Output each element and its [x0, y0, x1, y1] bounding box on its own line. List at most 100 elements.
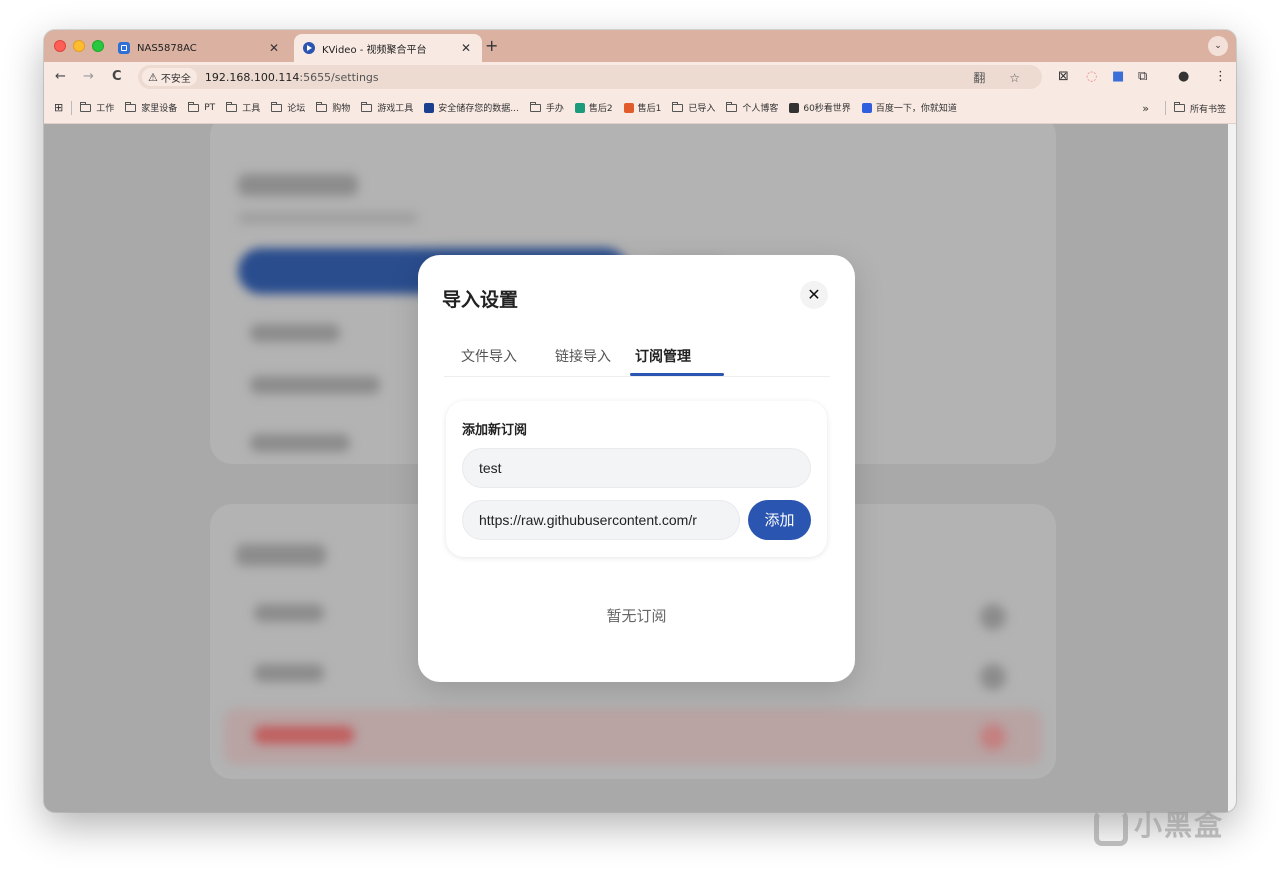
folder-icon — [316, 101, 328, 112]
site-favicon-icon — [623, 102, 634, 113]
tab-search-button[interactable]: ⌄ — [1208, 36, 1228, 56]
browser-menu-icon[interactable]: ⋮ — [1214, 69, 1227, 84]
import-settings-modal: 导入设置 ✕ 文件导入 链接导入 订阅管理 添加新订阅 test https:/… — [418, 255, 855, 682]
folder-icon — [125, 101, 137, 112]
bookmark-label: 个人博客 — [742, 104, 779, 114]
reload-button[interactable]: C — [112, 69, 122, 84]
folder-icon — [672, 101, 684, 112]
tab-link-import[interactable]: 链接导入 — [555, 346, 611, 366]
tab-strip: NAS5878AC ✕ KVideo - 视频聚合平台 ✕ + ⌄ — [44, 30, 1236, 62]
close-icon[interactable]: ✕ — [800, 281, 828, 309]
subscription-url-input[interactable]: https://raw.githubusercontent.com/r — [462, 500, 740, 540]
extension-icon[interactable]: ◌ — [1086, 69, 1097, 84]
bookmark-label: 售后1 — [637, 104, 662, 114]
bookmark-label: 论坛 — [287, 104, 306, 114]
bookmark-item[interactable]: 家里设备 — [125, 101, 177, 114]
bookmark-item[interactable]: 安全储存您的数据... — [424, 101, 519, 114]
tab-close-icon[interactable]: ✕ — [458, 41, 474, 55]
nas-favicon-icon — [118, 42, 130, 54]
bookmark-label: 售后2 — [588, 104, 613, 114]
bookmark-label: 家里设备 — [141, 104, 178, 114]
apps-grid-icon[interactable]: ⊞ — [54, 101, 63, 114]
bookmarks-right: » 所有书签 — [1142, 92, 1226, 124]
warning-icon: ⚠ — [148, 70, 158, 84]
bookmark-item[interactable]: 售后1 — [623, 101, 662, 114]
more-bookmarks-button[interactable]: » — [1142, 102, 1149, 115]
folder-icon — [226, 101, 238, 112]
tab-file-import[interactable]: 文件导入 — [461, 346, 517, 366]
active-tab-indicator — [630, 373, 724, 376]
bookmarks-bar: ⊞ 工作 家里设备 PT 工具 论坛 购物 游戏工具 安全储存您的数据... 手办 售后2 售后1 已… — [44, 92, 1236, 124]
import-tabs: 文件导入 链接导入 订阅管理 — [444, 346, 830, 377]
bookmark-label: 安全储存您的数据... — [438, 104, 519, 114]
folder-icon — [361, 101, 373, 112]
bookmark-label: 百度一下，你就知道 — [875, 104, 957, 114]
extensions-puzzle-icon[interactable]: ⧉ — [1138, 69, 1147, 84]
bookmark-item[interactable]: 工具 — [226, 101, 260, 114]
bookmark-label: PT — [204, 102, 216, 113]
new-tab-button[interactable]: + — [485, 36, 498, 55]
security-indicator[interactable]: ⚠ 不安全 — [142, 68, 197, 86]
bookmark-label: 游戏工具 — [377, 104, 414, 114]
bookmark-item[interactable]: 购物 — [316, 101, 350, 114]
all-bookmarks-folder[interactable]: 所有书签 — [1173, 102, 1226, 115]
bookmark-separator — [1164, 101, 1166, 115]
bookmark-label: 工作 — [96, 104, 115, 114]
watermark-text: 小黑盒 — [1134, 809, 1225, 842]
site-favicon-icon — [574, 102, 585, 113]
bookmark-list: 工作 家里设备 PT 工具 论坛 购物 游戏工具 安全储存您的数据... 手办 售后2 售后1 已导入… — [80, 101, 968, 114]
profile-avatar-icon[interactable]: ● — [1178, 69, 1189, 84]
bookmark-item[interactable]: 售后2 — [574, 101, 613, 114]
maximize-window-button[interactable] — [92, 40, 104, 52]
site-favicon-icon — [424, 102, 435, 113]
bookmark-item[interactable]: 60秒看世界 — [789, 101, 851, 114]
folder-icon — [529, 101, 541, 112]
browser-tab-nas[interactable]: NAS5878AC ✕ — [114, 34, 290, 62]
bookmark-item[interactable]: 百度一下，你就知道 — [861, 101, 957, 114]
security-label: 不安全 — [160, 73, 191, 85]
minimize-window-button[interactable] — [73, 40, 85, 52]
kvideo-favicon-icon — [303, 42, 315, 54]
bookmark-item[interactable]: 个人博客 — [726, 101, 778, 114]
folder-icon — [1173, 102, 1185, 112]
folder-icon — [80, 101, 92, 112]
all-bookmarks-label: 所有书签 — [1189, 104, 1226, 115]
empty-subscriptions-text: 暂无订阅 — [606, 607, 667, 625]
bookmark-separator — [71, 100, 73, 115]
bookmark-item[interactable]: 工作 — [80, 101, 114, 114]
browser-tab-kvideo[interactable]: KVideo - 视频聚合平台 ✕ — [294, 34, 482, 62]
watermark: 小黑盒 — [1090, 804, 1225, 846]
heybox-logo-icon — [1090, 806, 1128, 846]
close-window-button[interactable] — [54, 40, 66, 52]
tab-close-icon[interactable]: ✕ — [266, 41, 282, 55]
add-subscription-button[interactable]: 添加 — [748, 500, 811, 540]
browser-toolbar: ← → C ⚠ 不安全 192.168.100.114:5655/setting… — [44, 62, 1236, 92]
folder-icon — [271, 101, 283, 112]
bookmark-item[interactable]: 已导入 — [672, 101, 715, 114]
forward-button[interactable]: → — [83, 69, 94, 84]
address-bar[interactable]: ⚠ 不安全 192.168.100.114:5655/settings 翻 ☆ — [138, 65, 1042, 89]
site-favicon-icon — [789, 102, 800, 113]
bookmark-label: 手办 — [545, 104, 564, 114]
url-text[interactable]: 192.168.100.114:5655/settings — [205, 71, 379, 84]
add-subscription-card: 添加新订阅 test https://raw.githubusercontent… — [446, 401, 827, 557]
bookmark-item[interactable]: 论坛 — [271, 101, 305, 114]
page-scrollbar[interactable] — [1228, 124, 1236, 812]
extension-blue-icon[interactable]: ■ — [1112, 69, 1124, 84]
back-button[interactable]: ← — [55, 69, 66, 84]
screenshot-extension-icon[interactable]: ⊠ — [1058, 69, 1069, 84]
bookmark-label: 购物 — [332, 104, 351, 114]
bookmark-item[interactable]: PT — [188, 101, 216, 113]
omnibox-actions[interactable]: 翻 ☆ — [973, 69, 1030, 86]
bookmark-label: 60秒看世界 — [803, 104, 851, 114]
folder-icon — [188, 101, 200, 112]
modal-title: 导入设置 — [442, 289, 519, 311]
browser-window: NAS5878AC ✕ KVideo - 视频聚合平台 ✕ + ⌄ ← → C … — [44, 30, 1236, 812]
url-host: 192.168.100.114 — [204, 70, 300, 84]
tab-subscription-management[interactable]: 订阅管理 — [635, 346, 691, 366]
bookmark-item[interactable]: 手办 — [529, 101, 564, 114]
bookmark-item[interactable]: 游戏工具 — [361, 101, 413, 114]
folder-icon — [726, 101, 738, 112]
tab-title: KVideo - 视频聚合平台 — [322, 44, 427, 56]
subscription-name-input[interactable]: test — [462, 448, 811, 488]
